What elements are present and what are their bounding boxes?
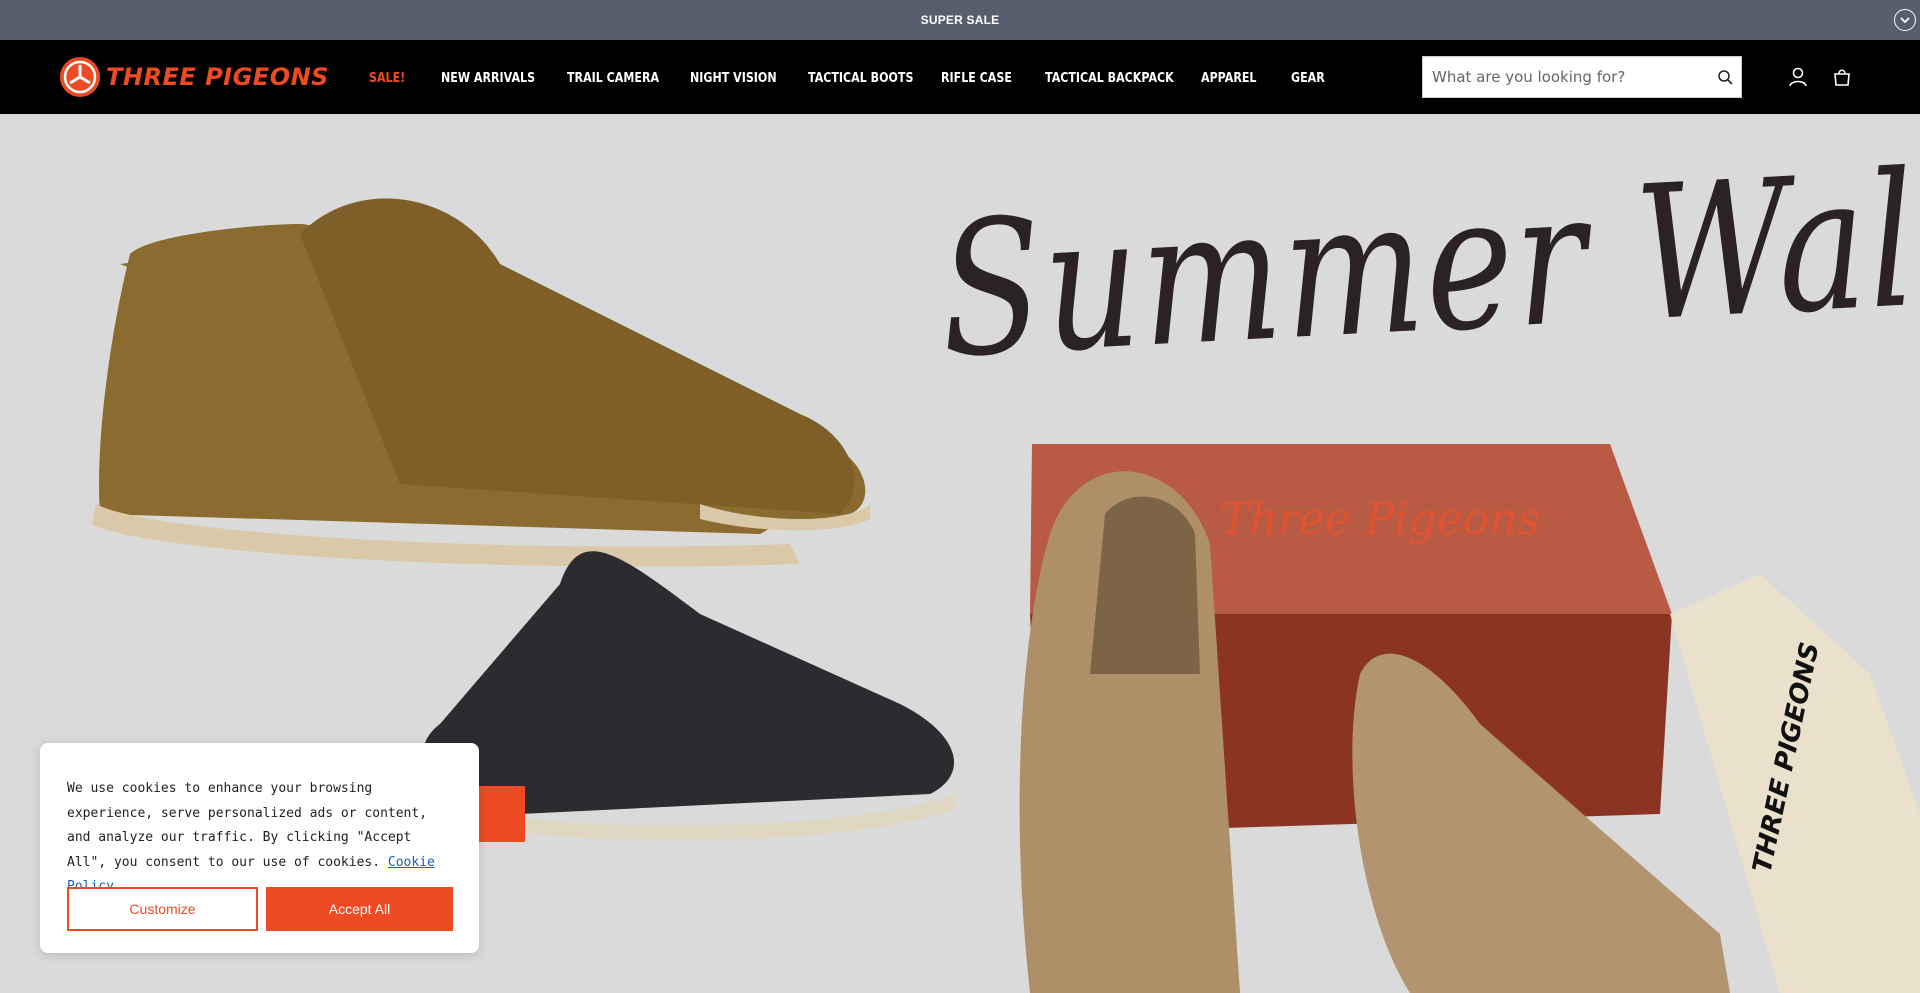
account-icon[interactable]: [1787, 66, 1809, 88]
search-input[interactable]: [1423, 57, 1703, 97]
nav-item-new-arrivals[interactable]: NEW ARRIVALS: [441, 70, 535, 86]
cookie-message: We use cookies to enhance your browsing …: [67, 777, 453, 900]
pigeon-logo-icon: [60, 57, 100, 97]
cart-icon[interactable]: [1831, 66, 1853, 88]
nav-item-tactical-boots[interactable]: TACTICAL BOOTS: [808, 70, 913, 86]
announcement-bar: SUPER SALE: [0, 0, 1920, 40]
nav-item-tactical-backpack[interactable]: TACTICAL BACKPACK: [1045, 70, 1174, 86]
search-box: [1422, 56, 1742, 98]
nav-item-night-vision[interactable]: NIGHT VISION: [690, 70, 777, 86]
nav-item-rifle-case[interactable]: RIFLE CASE: [941, 70, 1012, 86]
nav-item-sale[interactable]: SALE!: [369, 70, 405, 86]
chevron-down-icon[interactable]: [1894, 9, 1916, 31]
accept-all-button[interactable]: Accept All: [266, 887, 453, 931]
cookie-text: We use cookies to enhance your browsing …: [67, 781, 428, 870]
site-header: THREE PIGEONS SALE! NEW ARRIVALS TRAIL C…: [0, 40, 1920, 114]
announcement-text: SUPER SALE: [920, 13, 1000, 27]
customize-button[interactable]: Customize: [67, 887, 258, 931]
cookie-banner: We use cookies to enhance your browsing …: [40, 743, 479, 953]
nav-item-trail-camera[interactable]: TRAIL CAMERA: [567, 70, 659, 86]
logo[interactable]: THREE PIGEONS: [60, 55, 329, 99]
nav-item-apparel[interactable]: APPAREL: [1201, 70, 1256, 86]
search-icon[interactable]: [1717, 69, 1733, 85]
nav-item-gear[interactable]: GEAR: [1291, 70, 1325, 86]
tan-boots-illustration: [92, 198, 870, 567]
box-brand-text: Three Pigeons: [1220, 494, 1540, 545]
logo-text: THREE PIGEONS: [106, 63, 329, 91]
